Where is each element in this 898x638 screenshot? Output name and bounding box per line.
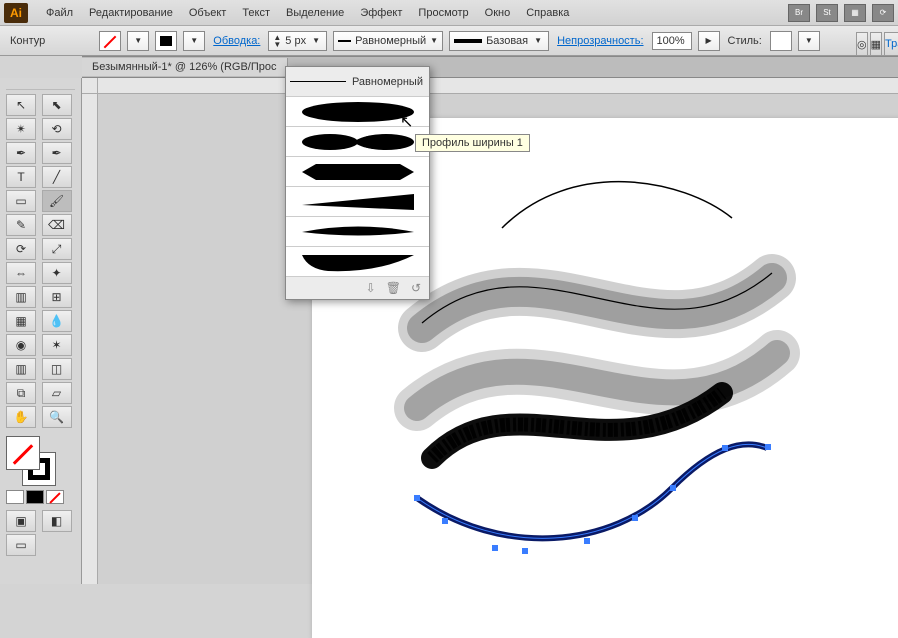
slice-tool[interactable]: ⧉	[6, 382, 36, 404]
delete-profile-icon[interactable]: 🗑	[386, 281, 401, 295]
eyedropper-tool[interactable]: 💧	[42, 310, 72, 332]
warp-tool[interactable]: ✦	[42, 262, 72, 284]
menu-effect[interactable]: Эффект	[352, 3, 410, 23]
profile-option-5[interactable]	[286, 217, 429, 247]
ruler-origin[interactable]	[82, 78, 98, 94]
app-logo: Ai	[4, 3, 28, 23]
recolor-button[interactable]: ◎	[856, 32, 868, 56]
selection-tool[interactable]: ↖	[6, 94, 36, 116]
blend-tool[interactable]: ◉	[6, 334, 36, 356]
opacity-dropdown[interactable]: ▶	[698, 31, 720, 51]
add-anchor-tool[interactable]: ✒	[42, 142, 72, 164]
lasso-tool[interactable]: ⟲	[42, 118, 72, 140]
direct-selection-tool[interactable]: ⬉	[42, 94, 72, 116]
width-tool[interactable]: ⇔	[6, 262, 36, 284]
reset-profile-icon[interactable]: ↺	[411, 281, 421, 295]
mode-label: Контур	[8, 35, 47, 47]
stroke-swatch[interactable]	[155, 31, 177, 51]
color-mode-button[interactable]	[6, 490, 24, 504]
pen-tool[interactable]: ✒	[6, 142, 36, 164]
profile-dropdown-footer: ⇩ 🗑 ↺	[286, 277, 429, 299]
stock-icon[interactable]: St	[816, 4, 838, 22]
line-tool[interactable]: ╱	[42, 166, 72, 188]
profile-option-uniform[interactable]: Равномерный	[286, 67, 429, 97]
width-profile-dropdown: Равномерный ⇩ 🗑 ↺	[285, 66, 430, 300]
fill-color-swatch[interactable]	[6, 436, 40, 470]
profile-option-6[interactable]	[286, 247, 429, 277]
fill-dropdown[interactable]: ▼	[127, 31, 149, 51]
transform-button[interactable]: Тран	[884, 32, 898, 56]
gradient-mode-button[interactable]	[26, 490, 44, 504]
opacity-input[interactable]	[652, 32, 692, 50]
hand-tool[interactable]: ✋	[6, 406, 36, 428]
graph-tool[interactable]: ▥	[6, 358, 36, 380]
scale-tool[interactable]: ⤢	[42, 238, 72, 260]
document-tab[interactable]: Безымянный-1* @ 126% (RGB/Прос	[82, 58, 288, 76]
zoom-tool[interactable]: 🔍	[42, 406, 72, 428]
vertical-ruler[interactable]	[82, 94, 98, 584]
stroke-link[interactable]: Обводка:	[211, 35, 262, 47]
type-tool[interactable]: T	[6, 166, 36, 188]
menu-type[interactable]: Текст	[234, 3, 278, 23]
menu-view[interactable]: Просмотр	[410, 3, 476, 23]
pencil-tool[interactable]: ✎	[6, 214, 36, 236]
toolbox: ↖ ⬉ ✴ ⟲ ✒ ✒ T ╱ ▭ 🖌 ✎ ⌫ ⟳ ⤢ ⇔ ✦ ▥ ⊞ ▦ 💧 …	[0, 78, 82, 584]
style-swatch[interactable]	[770, 31, 792, 51]
style-label: Стиль:	[726, 35, 764, 47]
mesh-tool[interactable]: ⊞	[42, 286, 72, 308]
stroke-weight-stepper[interactable]: ▲▼ 5 px ▼	[268, 31, 327, 51]
brush-dropdown[interactable]: Базовая ▼	[449, 31, 549, 51]
brush-label: Базовая	[486, 35, 528, 47]
rotate-tool[interactable]: ⟳	[6, 238, 36, 260]
eraser-tool[interactable]: ⌫	[42, 214, 72, 236]
menu-edit[interactable]: Редактирование	[81, 3, 181, 23]
perspective-tool[interactable]: ▱	[42, 382, 72, 404]
workspace	[82, 78, 898, 584]
horizontal-ruler[interactable]	[98, 78, 898, 94]
bridge-icon[interactable]: Br	[788, 4, 810, 22]
tooltip: Профиль ширины 1	[415, 134, 530, 152]
arrange-icon[interactable]: ▦	[844, 4, 866, 22]
gradient-tool[interactable]: ▦	[6, 310, 36, 332]
symbol-tool[interactable]: ✶	[42, 334, 72, 356]
save-profile-icon[interactable]: ⇩	[366, 281, 376, 295]
rectangle-tool[interactable]: ▭	[6, 190, 36, 212]
draw-normal-button[interactable]: ▣	[6, 510, 36, 532]
fill-swatch[interactable]	[99, 31, 121, 51]
menu-select[interactable]: Выделение	[278, 3, 352, 23]
profile-label: Равномерный	[355, 35, 426, 47]
paintbrush-tool[interactable]: 🖌	[42, 190, 72, 212]
menu-object[interactable]: Объект	[181, 3, 234, 23]
stroke-dropdown[interactable]: ▼	[183, 31, 205, 51]
document-tab-bar: Безымянный-1* @ 126% (RGB/Прос	[82, 56, 898, 78]
artboard-tool[interactable]: ◫	[42, 358, 72, 380]
profile-dropdown[interactable]: Равномерный ▼	[333, 31, 443, 51]
control-bar: Контур ▼ ▼ Обводка: ▲▼ 5 px ▼ Равномерны…	[0, 26, 898, 56]
profile-uniform-label: Равномерный	[352, 76, 423, 88]
screen-mode-button[interactable]: ▭	[6, 534, 36, 556]
opacity-link[interactable]: Непрозрачность:	[555, 35, 645, 47]
profile-option-3[interactable]	[286, 157, 429, 187]
align-button[interactable]: ▦	[870, 32, 882, 56]
fill-stroke-control[interactable]	[6, 436, 56, 486]
menu-file[interactable]: Файл	[38, 3, 81, 23]
style-dropdown[interactable]: ▼	[798, 31, 820, 51]
menu-help[interactable]: Справка	[518, 3, 577, 23]
cursor-icon: ↖	[400, 112, 413, 132]
magic-wand-tool[interactable]: ✴	[6, 118, 36, 140]
none-mode-button[interactable]	[46, 490, 64, 504]
draw-behind-button[interactable]: ◧	[42, 510, 72, 532]
menu-window[interactable]: Окно	[477, 3, 519, 23]
profile-option-4[interactable]	[286, 187, 429, 217]
shape-builder-tool[interactable]: ▥	[6, 286, 36, 308]
menubar: Ai Файл Редактирование Объект Текст Выде…	[0, 0, 898, 26]
stroke-weight-value: 5 px	[285, 35, 306, 47]
sync-icon[interactable]: ⟳	[872, 4, 894, 22]
